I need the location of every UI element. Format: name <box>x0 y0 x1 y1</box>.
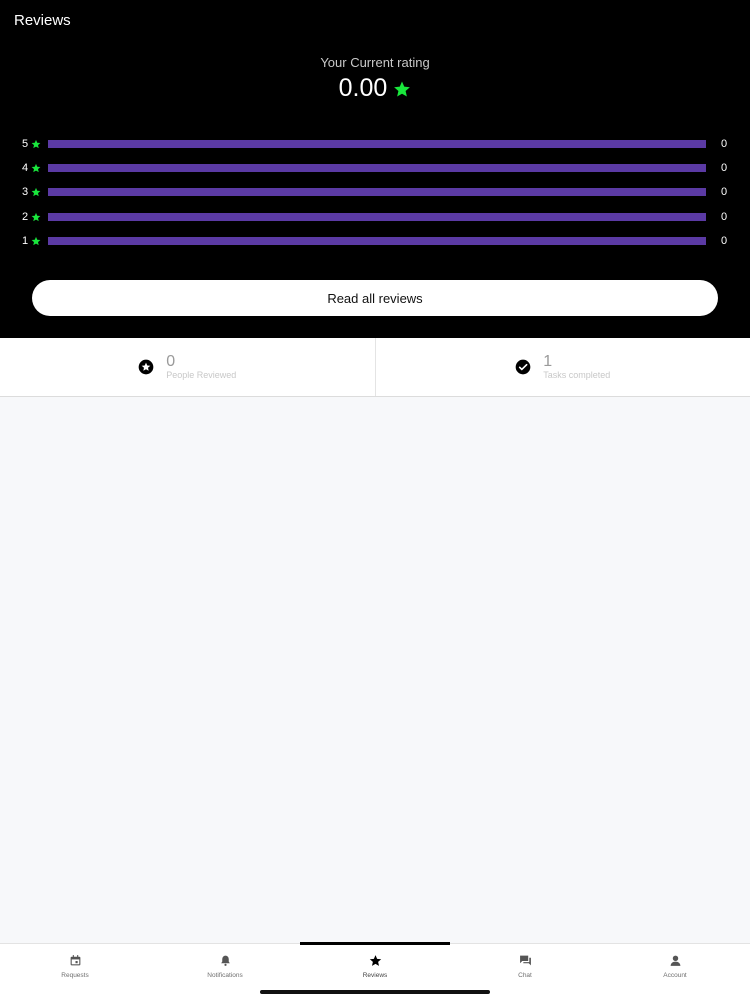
rating-bar <box>48 164 706 173</box>
people-reviewed-label: People Reviewed <box>166 370 237 380</box>
active-tab-indicator <box>300 942 450 945</box>
star-icon <box>31 164 41 173</box>
app-root: Reviews Your Current rating 0.00 5 0 4 0 <box>0 0 750 1000</box>
tab-label: Chat <box>518 972 532 979</box>
tasks-completed-count: 1 <box>543 353 553 370</box>
rating-row-stars: 5 <box>22 138 29 150</box>
rating-bar <box>48 140 706 148</box>
rating-row-3: 3 0 <box>0 185 750 209</box>
rating-row-stars: 3 <box>22 186 29 199</box>
tab-label: Account <box>663 972 687 979</box>
rating-row-count: 0 <box>721 138 728 150</box>
reviews-header: Reviews Your Current rating 0.00 5 0 4 0 <box>0 0 750 338</box>
rating-distribution: 5 0 4 0 3 0 2 0 1 0 <box>0 137 750 258</box>
tab-account[interactable]: Account <box>600 944 750 1000</box>
star-icon <box>369 955 381 966</box>
check-circle-icon <box>515 359 531 375</box>
rating-row-count: 0 <box>721 210 728 223</box>
page-title: Reviews <box>14 12 71 29</box>
rating-row-4: 4 0 <box>0 161 750 185</box>
rating-row-1: 1 0 <box>0 234 750 258</box>
tasks-completed-label: Tasks completed <box>543 370 611 380</box>
bell-icon <box>220 955 230 966</box>
rating-bar <box>48 188 706 197</box>
chat-icon <box>519 955 531 966</box>
tab-label: Requests <box>61 972 89 979</box>
rating-bar <box>48 212 706 221</box>
tab-label: Notifications <box>207 972 243 979</box>
tasks-completed-stat: 1 Tasks completed <box>374 338 750 396</box>
tab-label: Reviews <box>362 972 388 979</box>
rating-bar <box>48 236 706 245</box>
read-all-reviews-button[interactable]: Read all reviews <box>32 280 718 316</box>
rating-row-2: 2 0 <box>0 210 750 234</box>
person-icon <box>670 955 680 966</box>
tab-requests[interactable]: Requests <box>0 944 150 1000</box>
rating-row-count: 0 <box>721 186 728 199</box>
star-icon <box>31 139 41 149</box>
star-icon <box>31 188 41 197</box>
rating-row-stars: 2 <box>22 210 29 223</box>
people-reviewed-stat: 0 People Reviewed <box>0 338 375 396</box>
star-icon <box>31 236 41 245</box>
people-reviewed-count: 0 <box>166 353 176 370</box>
current-rating: 0.00 <box>0 74 750 103</box>
rating-row-stars: 4 <box>22 162 29 175</box>
star-circle-icon <box>138 359 154 375</box>
rating-value: 0.00 <box>338 74 388 102</box>
current-rating-label: Your Current rating <box>320 55 430 70</box>
review-stats: 0 People Reviewed 1 Tasks completed <box>0 338 750 397</box>
star-icon <box>394 81 411 96</box>
star-icon <box>31 212 41 221</box>
home-indicator <box>260 990 490 994</box>
rating-row-count: 0 <box>721 234 728 247</box>
rating-row-stars: 1 <box>22 234 29 247</box>
rating-row-count: 0 <box>721 162 728 175</box>
rating-row-5: 5 0 <box>0 137 750 161</box>
calendar-icon <box>70 955 80 966</box>
